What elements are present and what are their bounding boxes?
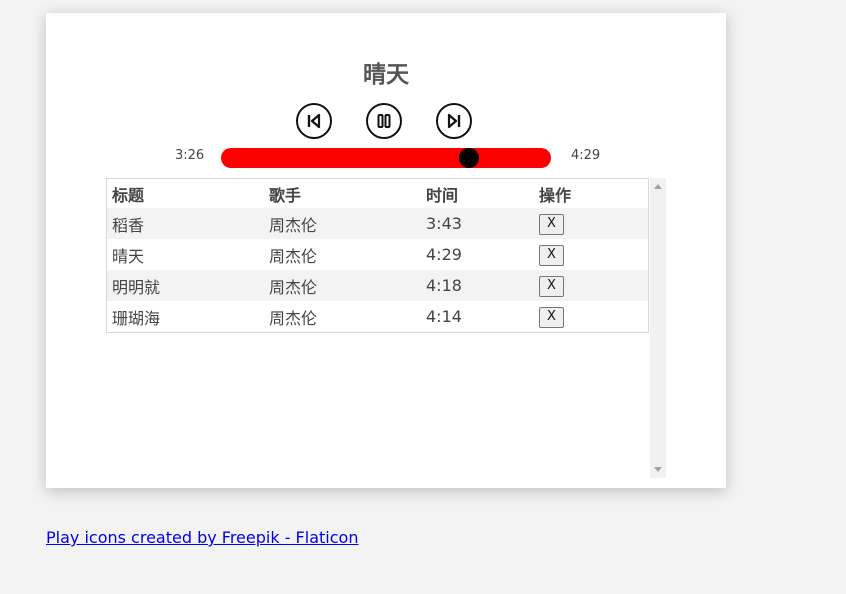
player-card: 晴天 3:26 4:29 标题 歌手 时间 操作 稻香 周杰伦 3:43 X 晴… (46, 13, 726, 488)
row-title: 晴天 (112, 246, 145, 266)
delete-button[interactable]: X (539, 306, 564, 328)
credit-link[interactable]: Play icons created by Freepik - Flaticon (46, 528, 358, 547)
table-header-row: 标题 歌手 时间 操作 (107, 179, 648, 208)
delete-button[interactable]: X (539, 244, 564, 266)
header-action: 操作 (539, 185, 572, 205)
row-duration: 3:43 (426, 214, 462, 233)
progress-thumb[interactable] (458, 148, 479, 168)
row-duration: 4:18 (426, 276, 462, 295)
table-row[interactable]: 稻香 周杰伦 3:43 X (107, 208, 648, 239)
pause-button[interactable] (366, 103, 402, 139)
next-button[interactable] (436, 103, 472, 139)
total-time: 4:29 (571, 148, 601, 163)
playlist-scrollbar[interactable] (650, 178, 666, 478)
row-artist: 周杰伦 (269, 308, 318, 328)
table-row[interactable]: 明明就 周杰伦 4:18 X (107, 270, 648, 301)
song-title: 晴天 (363, 62, 409, 88)
row-title: 珊瑚海 (112, 308, 161, 328)
header-title: 标题 (112, 185, 145, 205)
current-time: 3:26 (175, 148, 205, 163)
row-artist: 周杰伦 (269, 277, 318, 297)
delete-button[interactable]: X (539, 213, 564, 235)
row-title: 明明就 (112, 277, 161, 297)
delete-button[interactable]: X (539, 275, 564, 297)
row-artist: 周杰伦 (269, 215, 318, 235)
header-duration: 时间 (426, 185, 459, 205)
table-row[interactable]: 晴天 周杰伦 4:29 X (107, 239, 648, 270)
skip-next-icon (447, 113, 461, 129)
table-row[interactable]: 珊瑚海 周杰伦 4:14 X (107, 301, 648, 332)
previous-button[interactable] (296, 103, 332, 139)
row-duration: 4:14 (426, 307, 462, 326)
row-artist: 周杰伦 (269, 246, 318, 266)
row-duration: 4:29 (426, 245, 462, 264)
skip-previous-icon (307, 113, 321, 129)
scroll-down-arrow-icon[interactable] (654, 467, 662, 472)
pause-icon (377, 114, 391, 128)
playlist-table: 标题 歌手 时间 操作 稻香 周杰伦 3:43 X 晴天 周杰伦 4:29 X (107, 179, 648, 332)
playlist-table-container: 标题 歌手 时间 操作 稻香 周杰伦 3:43 X 晴天 周杰伦 4:29 X (106, 178, 649, 333)
scroll-up-arrow-icon[interactable] (654, 184, 662, 189)
progress-bar[interactable] (221, 148, 551, 168)
row-title: 稻香 (112, 215, 145, 235)
header-artist: 歌手 (269, 185, 302, 205)
